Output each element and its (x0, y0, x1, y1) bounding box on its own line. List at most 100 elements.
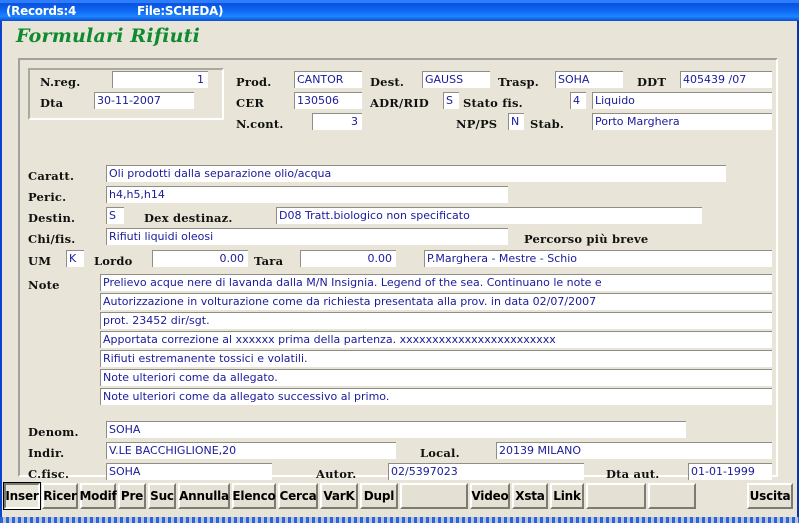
note-line[interactable]: Apportata correzione al xxxxxx prima del… (100, 331, 772, 348)
dex-destinaz-label: Dex destinaz. (144, 211, 233, 225)
cfisc-field[interactable]: SOHA (106, 463, 272, 480)
stab-desc-field[interactable]: Porto Marghera (592, 113, 772, 130)
peric-field[interactable]: h4,h5,h14 (106, 186, 508, 203)
toolbar-button-label: Video (471, 489, 509, 503)
peric-label: Peric. (28, 190, 67, 204)
dta-aut-field[interactable]: 01-01-1999 (688, 463, 772, 480)
caratt-field[interactable]: Oli prodotti dalla separazione olio/acqu… (106, 165, 726, 182)
note-line[interactable]: Prelievo acque nere di lavanda dalla M/N… (100, 274, 772, 291)
toolbar-button-label: Annulla (179, 489, 229, 503)
title-bar-highlight (0, 0, 799, 3)
toolbar-button-label: VarK (323, 489, 355, 503)
autor-field[interactable]: 02/5397023 (388, 463, 584, 480)
cfisc-label: C.fisc. (28, 467, 70, 481)
toolbar-button-uscita[interactable]: Uscita (747, 483, 793, 509)
toolbar-button-suc[interactable]: Suc (148, 483, 176, 509)
trasp-field[interactable]: SOHA (555, 71, 623, 88)
nreg-field[interactable]: 1 (112, 71, 208, 88)
toolbar-button-link[interactable]: Link (550, 483, 584, 509)
file-name-label: File:SCHEDA) (137, 4, 224, 18)
ncont-label: N.cont. (236, 117, 284, 131)
um-field[interactable]: K (66, 250, 84, 267)
client-area: Formulari Rifiuti N.reg. 1 Dta 30-11-200… (2, 21, 797, 519)
toolbar-button-pre[interactable]: Pre (118, 483, 146, 509)
toolbar-button-cerca[interactable]: Cerca (278, 483, 318, 509)
stato-fis-desc-field[interactable]: Liquido (592, 92, 772, 109)
toolbar-button-label: Elenco (232, 489, 276, 503)
toolbar-button-spacer1 (400, 483, 468, 509)
toolbar-button-label: Pre (120, 489, 144, 503)
note-line[interactable]: Autorizzazione in volturazione come da r… (100, 293, 772, 310)
indir-label: Indir. (28, 446, 65, 460)
stab-label: Stab. (530, 117, 565, 131)
ddt-field[interactable]: 405439 /07 (680, 71, 772, 88)
toolbar-button-annulla[interactable]: Annulla (178, 483, 230, 509)
note-line[interactable]: prot. 23452 dir/sgt. (100, 312, 772, 329)
dta-field[interactable]: 30-11-2007 (94, 92, 194, 109)
toolbar-button-label: Inser (5, 489, 39, 503)
form-panel: N.reg. 1 Dta 30-11-2007 Prod. CANTOR Des… (18, 58, 778, 481)
toolbar-button-label: Link (553, 489, 581, 503)
toolbar-button-elenco[interactable]: Elenco (232, 483, 276, 509)
toolbar-button-xsta[interactable]: Xsta (512, 483, 548, 509)
stab-code-field[interactable]: N (508, 113, 524, 130)
denom-field[interactable]: SOHA (106, 421, 686, 438)
stato-fis-label: Stato fis. (463, 96, 523, 110)
destin-code-field[interactable]: S (106, 207, 124, 224)
indir-field[interactable]: V.LE BACCHIGLIONE,20 (106, 442, 396, 459)
local-label: Local. (420, 446, 460, 460)
toolbar-button-label: Cerca (279, 489, 317, 503)
window-bottom-strip (0, 517, 799, 523)
records-count-label: (Records:4 (6, 4, 77, 18)
adr-rid-field[interactable]: S (443, 92, 459, 109)
note-line[interactable]: Note ulteriori come da allegato. (100, 369, 772, 386)
prod-label: Prod. (236, 75, 272, 89)
dta-aut-label: Dta aut. (606, 467, 660, 481)
window-title-bar[interactable]: (Records:4 File:SCHEDA) (0, 0, 799, 21)
lordo-label: Lordo (94, 254, 133, 268)
application-window: (Records:4 File:SCHEDA) Formulari Rifiut… (0, 0, 799, 523)
toolbar-button-spacer3 (648, 483, 696, 509)
chi-fis-field[interactable]: Rifiuti liquidi oleosi (106, 228, 508, 245)
dex-destinaz-field[interactable]: D08 Tratt.biologico non specificato (276, 207, 702, 224)
percorso-field[interactable]: P.Marghera - Mestre - Schio (424, 250, 772, 267)
destin-label: Destin. (28, 211, 76, 225)
toolbar-button-video[interactable]: Video (470, 483, 510, 509)
prod-field[interactable]: CANTOR (294, 71, 362, 88)
autor-label: Autor. (316, 467, 357, 481)
toolbar-button-label: Ricer (43, 489, 77, 503)
toolbar: Inser Ricer Modif Pre Suc Annulla Elenco Cerca V… (2, 481, 797, 513)
toolbar-button-label: Uscita (749, 489, 791, 503)
adr-rid-label: ADR/RID (370, 96, 429, 110)
caratt-label: Caratt. (28, 169, 75, 183)
chi-fis-label: Chi/fis. (28, 232, 76, 246)
toolbar-button-label: Xsta (515, 489, 545, 503)
stato-fis-code-field[interactable]: 4 (570, 92, 586, 109)
denom-label: Denom. (28, 425, 79, 439)
toolbar-button-modif[interactable]: Modif (79, 483, 117, 509)
note-line[interactable]: Note ulteriori come da allegato successi… (100, 388, 772, 405)
percorso-label: Percorso più breve (524, 232, 649, 246)
note-label: Note (28, 278, 60, 292)
trasp-label: Trasp. (498, 75, 539, 89)
tara-label: Tara (254, 254, 284, 268)
note-line[interactable]: Rifiuti estremanente tossici e volatili. (100, 350, 772, 367)
dest-field[interactable]: GAUSS (422, 71, 490, 88)
toolbar-button-inser[interactable]: Inser (3, 482, 41, 510)
ddt-label: DDT (637, 75, 667, 89)
toolbar-button-dupl[interactable]: Dupl (360, 483, 398, 509)
lordo-field[interactable]: 0.00 (152, 250, 248, 267)
nreg-label: N.reg. (40, 75, 81, 89)
toolbar-button-label: Suc (150, 489, 174, 503)
cer-field[interactable]: 130506 (294, 92, 362, 109)
toolbar-button-label: Modif (79, 489, 117, 503)
local-field[interactable]: 20139 MILANO (496, 442, 772, 459)
np-ps-label: NP/PS (456, 117, 498, 131)
page-title: Formulari Rifiuti (16, 25, 201, 47)
tara-field[interactable]: 0.00 (300, 250, 396, 267)
toolbar-button-ricer[interactable]: Ricer (42, 483, 78, 509)
toolbar-button-label: Dupl (363, 489, 395, 503)
dest-label: Dest. (370, 75, 405, 89)
toolbar-button-vark[interactable]: VarK (320, 483, 358, 509)
ncont-field[interactable]: 3 (312, 113, 362, 130)
